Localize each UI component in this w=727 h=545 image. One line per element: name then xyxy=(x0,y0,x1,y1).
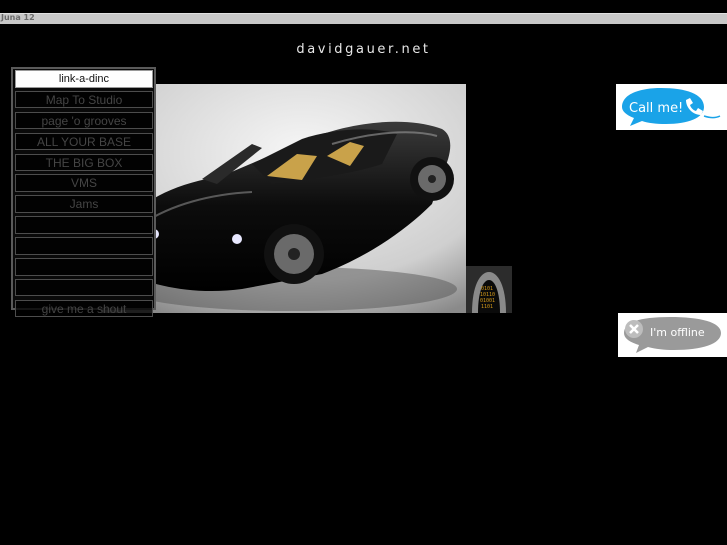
nav-item-the-big-box[interactable]: THE BIG BOX xyxy=(15,153,153,172)
hooded-figure-thumbnail[interactable]: 0101 10110 01001 1101 xyxy=(466,266,512,313)
sidebar-nav: link-a-dinc Map To Studio page 'o groove… xyxy=(11,67,156,318)
nav-item-give-me-a-shout[interactable]: give me a shout xyxy=(15,299,153,318)
svg-text:1101: 1101 xyxy=(481,304,493,310)
nav-item-map-to-studio[interactable]: Map To Studio xyxy=(15,90,153,109)
offline-label: I'm offline xyxy=(650,326,705,339)
nav-item-empty-2[interactable] xyxy=(15,237,153,255)
nav-item-empty-4[interactable] xyxy=(15,278,153,297)
top-bar-label: Juna 12 xyxy=(1,13,35,22)
nav-item-jams[interactable]: Jams xyxy=(15,195,153,213)
nav-item-all-your-base[interactable]: ALL YOUR BASE xyxy=(15,132,153,151)
site-title[interactable]: davidgauer.net xyxy=(0,42,727,57)
call-me-label: Call me! xyxy=(629,101,683,116)
nav-item-page-o-grooves[interactable]: page 'o grooves xyxy=(15,111,153,130)
offline-status-badge[interactable]: I'm offline xyxy=(618,313,727,357)
nav-item-empty-3[interactable] xyxy=(15,258,153,276)
nav-item-link-a-dinc[interactable]: link-a-dinc xyxy=(15,70,153,88)
nav-item-vms[interactable]: VMS xyxy=(15,174,153,192)
call-me-button[interactable]: Call me! xyxy=(616,84,727,130)
hero-image-car xyxy=(102,84,466,313)
nav-item-empty-1[interactable] xyxy=(15,216,153,234)
top-bar: Juna 12 xyxy=(0,13,727,24)
